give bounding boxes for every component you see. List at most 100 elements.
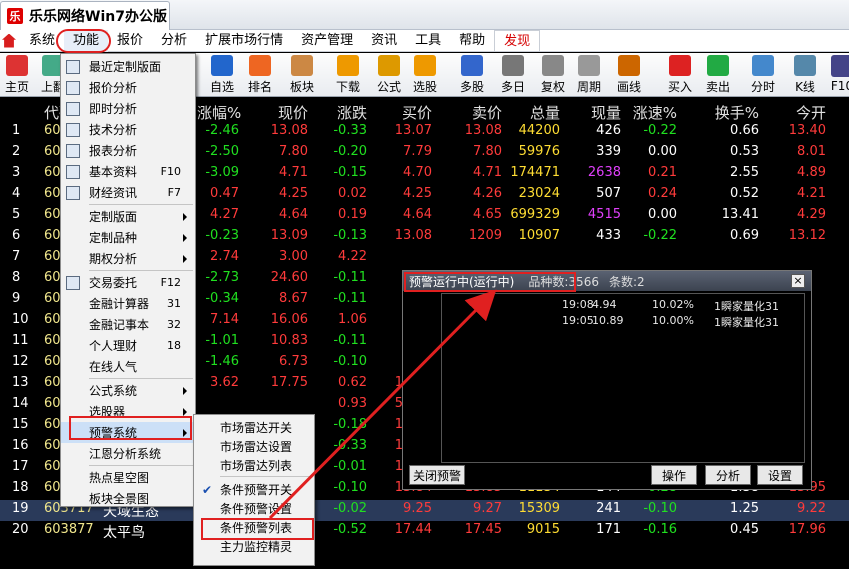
col-header-9[interactable]: 换手% [695, 102, 759, 123]
toolbar-icon-11 [578, 55, 600, 76]
menu-6[interactable]: 资讯 [362, 30, 406, 52]
col-header-7[interactable]: 现量 [558, 102, 621, 123]
stock-code: 60 [44, 417, 61, 432]
alert-title-bar[interactable]: 预警运行中(运行中) 品种数:3566 条数:2 × [403, 271, 811, 291]
table-row[interactable]: 20 603877 太平鸟 -0.52 17.44 17.45 9015 171 -0.16 0.… [0, 521, 849, 542]
close-alert-button[interactable]: 关闭预警 [409, 465, 465, 485]
toolbar-label-8: 多股 [459, 80, 484, 94]
warning-menu-item[interactable]: 条件预警列表 [194, 517, 314, 538]
function-menu-item[interactable]: 公式系统 [61, 380, 195, 401]
col-header-2[interactable]: 现价 [258, 102, 308, 123]
function-menu-item[interactable]: 板块全景图 [61, 488, 195, 509]
cell-cur: 507 [596, 186, 621, 201]
col-header-10[interactable]: 今开 [760, 102, 826, 123]
menu-9[interactable]: 发现 [494, 29, 541, 52]
menu-3[interactable]: 分析 [152, 30, 196, 52]
col-header-6[interactable]: 总量 [494, 102, 560, 123]
toolbar-btn-14[interactable]: 卖出 [701, 55, 735, 95]
function-menu-item[interactable]: 报表分析 [61, 140, 195, 161]
function-menu-item[interactable]: 定制品种 [61, 227, 195, 248]
warning-menu-item[interactable]: 条件预警设置 [194, 498, 314, 519]
function-menu-item[interactable]: 技术分析 [61, 119, 195, 140]
col-header-4[interactable]: 买价 [382, 102, 432, 123]
col-header-1[interactable]: 涨幅% [197, 102, 241, 123]
toolbar-btn-6[interactable]: 公式 [372, 55, 406, 95]
warning-menu-label: 条件预警列表 [220, 521, 293, 535]
warning-menu-item[interactable]: ✔ 条件预警开关 [194, 479, 314, 500]
menu-bar: 系统 功能 报价 分析 扩展市场行情 资产管理 资讯 工具 帮助 发现 [0, 29, 849, 52]
function-menu-item[interactable]: 最近定制版面 [61, 56, 195, 77]
toolbar-btn-7[interactable]: 选股 [408, 55, 442, 95]
function-menu-item[interactable]: 金融计算器 31 [61, 293, 195, 314]
toolbar-label-15: 分时 [750, 80, 775, 94]
function-menu-item[interactable]: 江恩分析系统 [61, 443, 195, 464]
toolbar-btn-9[interactable]: 多日 [496, 55, 530, 95]
warning-menu-item[interactable]: 主力监控精灵 [194, 536, 314, 557]
menu-0[interactable]: 系统 [20, 30, 64, 52]
function-menu-item[interactable]: 即时分析 [61, 98, 195, 119]
toolbar-btn-0[interactable]: 主页 [0, 55, 34, 95]
function-menu-item[interactable]: 期权分析 [61, 248, 195, 269]
toolbar-label-3: 排名 [247, 80, 272, 94]
cell-bid: 9.25 [403, 501, 432, 516]
toolbar-icon-4 [291, 55, 313, 76]
menu-2[interactable]: 报价 [108, 30, 152, 52]
function-menu-item[interactable]: 预警系统 [61, 422, 195, 443]
cell-cur: 433 [596, 228, 621, 243]
operate-button[interactable]: 操作 [651, 465, 697, 485]
toolbar-btn-4[interactable]: 板块 [285, 55, 319, 95]
analyze-button[interactable]: 分析 [705, 465, 751, 485]
col-header-11[interactable]: 最 [834, 102, 849, 123]
col-header-3[interactable]: 涨跌 [317, 102, 367, 123]
warning-menu-item[interactable]: 市场雷达设置 [194, 436, 314, 457]
function-menu-item[interactable]: 定制版面 [61, 206, 195, 227]
window-tab[interactable]: 乐 乐乐网络Win7办公版 [0, 1, 170, 30]
menu-1[interactable]: 功能 [64, 29, 109, 52]
cell-vol: 10907 [518, 228, 560, 243]
home-icon[interactable] [2, 33, 16, 48]
alert-row[interactable]: 19:05 10.89 10.00% 1瞬家量化31 [442, 314, 806, 330]
settings-button[interactable]: 设置 [757, 465, 803, 485]
function-menu-item[interactable]: 个人理财 18 [61, 335, 195, 356]
toolbar-btn-12[interactable]: 画线 [612, 55, 646, 95]
function-menu-item[interactable]: 热点星空图 [61, 467, 195, 488]
function-menu-item[interactable]: 财经资讯 F7 [61, 182, 195, 203]
warning-menu-item[interactable]: 市场雷达开关 [194, 417, 314, 438]
toolbar-icon-0 [6, 55, 28, 76]
cell-cur: 426 [596, 123, 621, 138]
cell-open: 13.40 [788, 123, 826, 138]
cell-open: 4.29 [797, 207, 826, 222]
toolbar-btn-2[interactable]: 自选 [205, 55, 239, 95]
alert-row[interactable]: 19:08 4.94 10.02% 1瞬家量化31 [442, 298, 806, 314]
menu-7[interactable]: 工具 [406, 30, 450, 52]
toolbar-icon-9 [502, 55, 524, 76]
toolbar-btn-17[interactable]: F10 [825, 55, 849, 95]
menu-5[interactable]: 资产管理 [292, 30, 362, 52]
function-menu-item[interactable]: 在线人气 [61, 356, 195, 377]
toolbar-label-5: 下载 [335, 80, 360, 94]
function-menu-item[interactable]: 交易委托 F12 [61, 272, 195, 293]
menu-item-icon [66, 143, 80, 158]
toolbar-btn-3[interactable]: 排名 [243, 55, 277, 95]
function-menu-item[interactable]: 金融记事本 32 [61, 314, 195, 335]
menu-item-label: 报表分析 [89, 144, 138, 158]
alert-note: 1瞬家量化31 [714, 300, 779, 313]
toolbar-btn-13[interactable]: 买入 [663, 55, 697, 95]
menu-8[interactable]: 帮助 [450, 30, 494, 52]
function-menu-item[interactable]: 基本资料 F10 [61, 161, 195, 182]
toolbar-btn-5[interactable]: 下载 [331, 55, 365, 95]
toolbar-btn-11[interactable]: 周期 [572, 55, 606, 95]
menu-separator [220, 476, 312, 477]
warning-menu-item[interactable]: 市场雷达列表 [194, 455, 314, 476]
toolbar-btn-15[interactable]: 分时 [746, 55, 780, 95]
function-menu-item[interactable]: 选股器 [61, 401, 195, 422]
function-menu-item[interactable]: 报价分析 [61, 77, 195, 98]
submenu-arrow-icon [183, 428, 187, 437]
alert-note: 1瞬家量化31 [714, 316, 779, 329]
toolbar-btn-8[interactable]: 多股 [455, 55, 489, 95]
close-icon[interactable]: × [791, 274, 805, 288]
menu-4[interactable]: 扩展市场行情 [196, 30, 292, 52]
toolbar-btn-10[interactable]: 复权 [536, 55, 570, 95]
toolbar-btn-16[interactable]: K线 [788, 55, 822, 95]
col-header-8[interactable]: 涨速% [626, 102, 677, 123]
